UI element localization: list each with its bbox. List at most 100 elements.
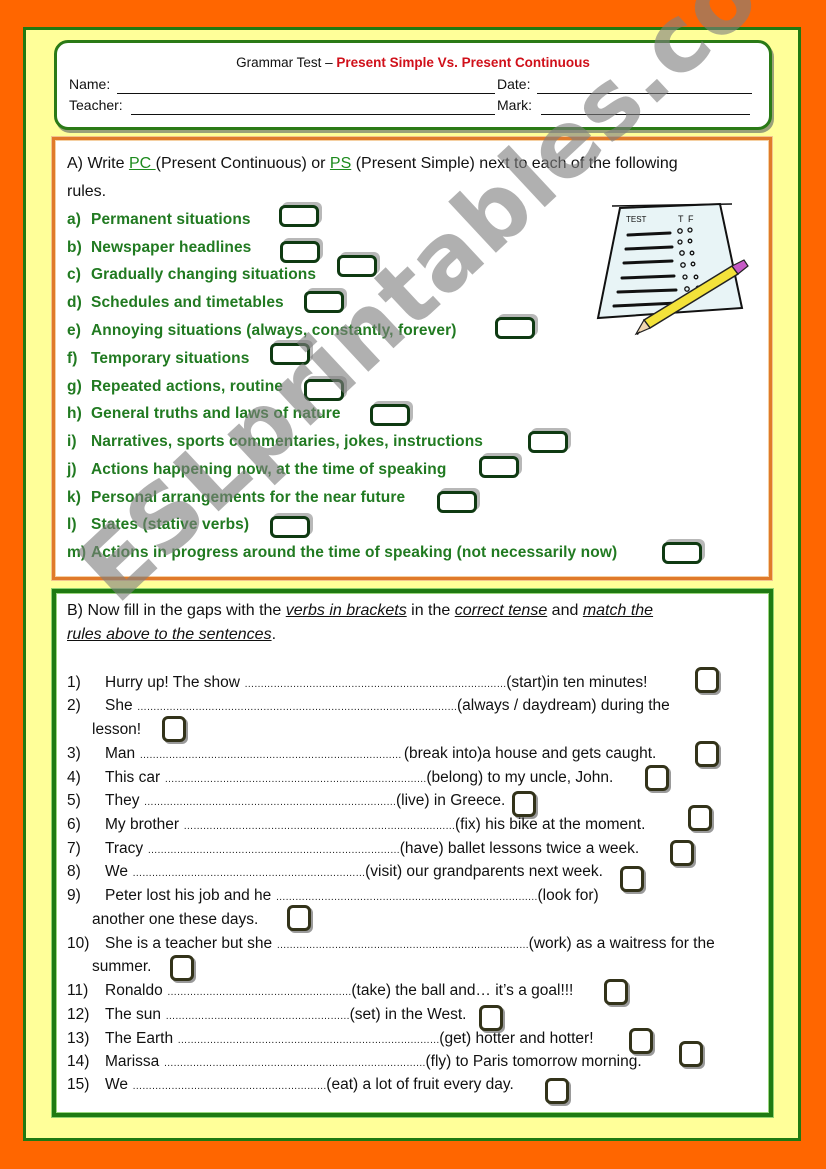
date-field[interactable] [537, 93, 752, 94]
blank-gap[interactable]: ……………………………………………………………………… [164, 774, 426, 785]
sentence-answer-box[interactable] [695, 667, 719, 693]
sentence-answer-box[interactable] [629, 1028, 653, 1054]
rule-letter: m) [67, 544, 87, 561]
rule-answer-box[interactable] [304, 291, 344, 313]
rule-item: a) Permanent situations [67, 211, 251, 229]
sentence-answer-box[interactable] [679, 1041, 703, 1067]
header-card: Grammar Test – Present Simple Vs. Presen… [54, 40, 772, 130]
rule-text: Actions in progress around the time of s… [91, 544, 618, 561]
sentence-text: (belong) to my uncle, John. [426, 769, 614, 786]
rule-answer-box[interactable] [337, 255, 377, 277]
sentence-answer-box[interactable] [688, 805, 712, 831]
rule-text: Gradually changing situations [91, 266, 317, 283]
blank-gap[interactable]: …………………………………………………………………… [144, 797, 397, 808]
emphasis-correct-tense: correct tense [454, 602, 548, 619]
true-label: T [678, 214, 684, 224]
sentence-item: 1) Hurry up! The show …………………………………………………… [67, 674, 647, 692]
sentence-item: 6) My brother ………………………………………………………………………… [67, 816, 645, 834]
sentence-number: 1) [67, 674, 81, 691]
title-main: Present Simple Vs. Present Continuous [336, 55, 590, 70]
sentence-continuation: summer. [92, 958, 152, 975]
rule-answer-box[interactable] [270, 343, 310, 365]
sentence-number: 6) [67, 816, 81, 833]
intro-text: B) Now fill in the gaps with the [67, 602, 286, 619]
sentence-text: She [105, 697, 137, 714]
rule-text: Actions happening now, at the time of sp… [91, 461, 447, 478]
rule-answer-box[interactable] [304, 379, 344, 401]
sentence-text: Tracy [105, 840, 148, 857]
blank-gap[interactable]: …………………………………………………… [132, 1081, 326, 1092]
sentence-answer-box[interactable] [620, 866, 644, 892]
blank-gap[interactable]: ……………………………………………………………………………………… [137, 702, 457, 713]
rule-answer-box[interactable] [279, 205, 319, 227]
blank-gap[interactable]: ……………………………………………………………………… [276, 892, 538, 903]
rule-item: e) Annoying situations (always, constantl… [67, 322, 457, 340]
rule-answer-box[interactable] [280, 241, 320, 263]
sentence-number: 7) [67, 840, 81, 857]
sentence-item: 4) This car ………………………………………………………………………(b… [67, 769, 613, 787]
sentence-answer-box[interactable] [695, 741, 719, 767]
sentence-text: Man [105, 745, 140, 762]
sentence-answer-box[interactable] [170, 955, 194, 981]
blank-gap[interactable]: …………………………………………………………………… [276, 940, 529, 951]
rule-answer-box[interactable] [370, 404, 410, 426]
sentence-item: 2) She ………………………………………………………………………………………(… [67, 697, 670, 715]
rule-answer-box[interactable] [528, 431, 568, 453]
sentence-item: 7) Tracy ……………………………………………………………………(have)… [67, 840, 639, 858]
blank-gap[interactable]: ……………………………………………………………………… [139, 750, 403, 761]
rule-answer-box[interactable] [479, 456, 519, 478]
blank-gap[interactable]: ……………………………………………………………… [132, 868, 365, 879]
sentence-text: My brother [105, 816, 184, 833]
name-field[interactable] [117, 93, 495, 94]
sentence-text: Hurry up! The show [105, 674, 245, 691]
sentence-answer-box[interactable] [512, 791, 536, 817]
sentence-item: 8) We ………………………………………………………………(visit) our… [67, 863, 603, 881]
sentence-text: (break into)a house and gets caught. [403, 745, 657, 762]
sentence-answer-box[interactable] [545, 1078, 569, 1104]
blank-gap[interactable]: ……………………………………………………………………… [164, 1058, 426, 1069]
intro-text: . [271, 626, 277, 643]
test-title: Grammar Test – Present Simple Vs. Presen… [57, 55, 769, 70]
rule-answer-box[interactable] [437, 491, 477, 513]
sentence-text: The Earth [105, 1030, 178, 1047]
rule-letter: j) [67, 461, 77, 478]
mark-field[interactable] [541, 114, 750, 115]
rule-letter: k) [67, 489, 81, 506]
section-a-instructions-line2: rules. [67, 183, 107, 200]
sentence-item: 13) The Earth ………………………………………………………………………… [67, 1030, 594, 1048]
rule-item: c) Gradually changing situations [67, 266, 316, 284]
rule-letter: a) [67, 211, 81, 228]
rule-item: m) Actions in progress around the time of… [67, 544, 617, 562]
sentence-answer-box[interactable] [287, 905, 311, 931]
sentence-answer-box[interactable] [670, 840, 694, 866]
blank-gap[interactable]: …………………………………………………………………… [147, 845, 400, 856]
rule-item: k) Personal arrangements for the near fut… [67, 489, 405, 507]
sentence-number: 2) [67, 697, 81, 714]
blank-gap[interactable]: ……………………………………………………………………… [244, 679, 506, 690]
sentence-text: (work) as a waitress for the [528, 935, 715, 952]
rule-answer-box[interactable] [270, 516, 310, 538]
blank-gap[interactable]: ………………………………………………… [167, 987, 352, 998]
blank-gap[interactable]: ………………………………………………… [165, 1011, 350, 1022]
sentence-text: This car [105, 769, 165, 786]
rule-item: b) Newspaper headlines [67, 239, 251, 257]
sentence-text: (live) in Greece. [395, 792, 506, 809]
sentence-answer-box[interactable] [479, 1005, 503, 1031]
sentence-answer-box[interactable] [645, 765, 669, 791]
rule-item: d) Schedules and timetables [67, 294, 284, 312]
rule-text: General truths and laws of nature [91, 405, 341, 422]
intro-text: A) Write [67, 155, 129, 172]
sentence-number: 8) [67, 863, 81, 880]
rule-answer-box[interactable] [662, 542, 702, 564]
rule-answer-box[interactable] [495, 317, 535, 339]
blank-gap[interactable]: ………………………………………………………………………… [183, 821, 455, 832]
rule-letter: l) [67, 516, 77, 533]
sentence-item: 9) Peter lost his job and he ………………………………… [67, 887, 599, 905]
sentence-answer-box[interactable] [162, 716, 186, 742]
blank-gap[interactable]: ……………………………………………………………………… [177, 1035, 439, 1046]
sentence-number: 10) [67, 935, 90, 952]
sentence-answer-box[interactable] [604, 979, 628, 1005]
teacher-field[interactable] [131, 114, 495, 115]
rule-text: Repeated actions, routine [91, 378, 283, 395]
rule-letter: b) [67, 239, 82, 256]
